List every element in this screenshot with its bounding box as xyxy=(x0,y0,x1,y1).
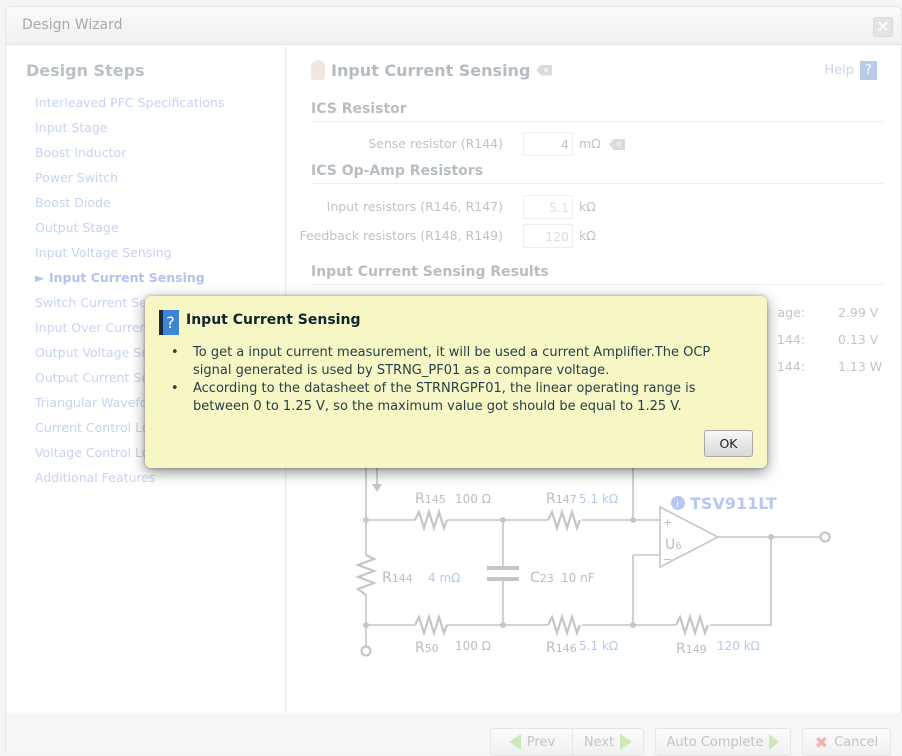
page-title: Input Current Sensing ✕ xyxy=(311,60,553,80)
step-item[interactable]: Additional Features xyxy=(35,465,224,490)
prev-button[interactable]: Prev xyxy=(490,728,574,756)
sense-resistor-label: Sense resistor (R144) xyxy=(368,136,503,151)
step-item[interactable]: Boost Diode xyxy=(35,190,224,215)
dialog-bullets: To get a input current measurement, it w… xyxy=(171,344,751,416)
sense-resistor-input[interactable]: 4 xyxy=(523,132,573,156)
result-value: 2.99 V xyxy=(838,305,879,320)
feedback-resistors-input[interactable]: 120 xyxy=(523,224,573,248)
result-label: age: xyxy=(777,305,806,320)
fast-forward-icon xyxy=(769,734,780,750)
help-dialog: ? Input Current Sensing To get a input c… xyxy=(145,296,767,468)
unit: kΩ xyxy=(579,199,596,214)
step-item[interactable]: Output Stage xyxy=(35,215,224,240)
clear-icon[interactable]: ✕ xyxy=(536,64,553,76)
next-label: Next xyxy=(583,734,615,750)
user-icon xyxy=(311,60,325,80)
input-resistors-row: Input resistors (R146, R147) 5.1 kΩ xyxy=(287,195,887,219)
close-icon[interactable]: ✕ xyxy=(873,17,893,37)
input-resistors-input[interactable]: 5.1 xyxy=(523,195,573,219)
section-ics-resistor: ICS Resistor xyxy=(311,101,883,122)
step-item[interactable]: Input Stage xyxy=(35,115,224,140)
title-bar: Design Wizard ✕ xyxy=(6,7,901,45)
help-label[interactable]: Help xyxy=(824,63,854,78)
feedback-resistors-label: Feedback resistors (R148, R149) xyxy=(299,228,503,243)
result-value: 1.13 W xyxy=(838,359,883,374)
prev-label: Prev xyxy=(526,734,556,750)
dialog-bullet: To get a input current measurement, it w… xyxy=(171,344,751,380)
ok-button[interactable]: OK xyxy=(704,430,753,457)
step-item[interactable]: Power Switch xyxy=(35,165,224,190)
help-icon[interactable]: ? xyxy=(860,61,877,80)
result-label: 144: xyxy=(776,359,805,374)
wizard-footer: Prev Next Auto Complete ✖ Cancel xyxy=(6,713,902,756)
section-opamp-resistors: ICS Op-Amp Resistors xyxy=(311,163,883,184)
next-button[interactable]: Next xyxy=(572,728,644,756)
result-value: 0.13 V xyxy=(838,332,879,347)
sidebar-title: Design Steps xyxy=(26,61,145,80)
step-item[interactable]: Interleaved PFC Specifications xyxy=(35,90,224,115)
cancel-button[interactable]: ✖ Cancel xyxy=(802,728,891,756)
cancel-label: Cancel xyxy=(834,734,879,750)
section-results: Input Current Sensing Results xyxy=(311,264,883,285)
window-title: Design Wizard xyxy=(22,17,123,33)
feedback-resistors-row: Feedback resistors (R148, R149) 120 kΩ xyxy=(287,224,887,248)
step-item[interactable]: Boost Inductor xyxy=(35,140,224,165)
page-title-text: Input Current Sensing xyxy=(331,60,531,80)
input-resistors-label: Input resistors (R146, R147) xyxy=(326,199,503,214)
auto-complete-button[interactable]: Auto Complete xyxy=(655,728,791,756)
step-item-active[interactable]: ► Input Current Sensing xyxy=(35,265,224,290)
sense-resistor-row: Sense resistor (R144) 4 mΩ ✕ xyxy=(287,132,887,156)
clear-icon[interactable]: ✕ xyxy=(609,139,625,150)
help-question-icon: ? xyxy=(159,310,179,335)
arrow-left-icon xyxy=(508,734,521,750)
auto-complete-label: Auto Complete xyxy=(666,734,764,750)
cancel-x-icon: ✖ xyxy=(814,732,829,752)
unit: mΩ xyxy=(579,136,601,151)
result-label: 144: xyxy=(776,332,805,347)
unit: kΩ xyxy=(579,228,596,243)
arrow-right-icon xyxy=(620,734,633,750)
help-link[interactable]: Help ? xyxy=(824,61,877,80)
dialog-bullet: According to the datasheet of the STRNRG… xyxy=(171,380,751,416)
dialog-title: Input Current Sensing xyxy=(186,312,361,328)
step-item[interactable]: Input Voltage Sensing xyxy=(35,240,224,265)
